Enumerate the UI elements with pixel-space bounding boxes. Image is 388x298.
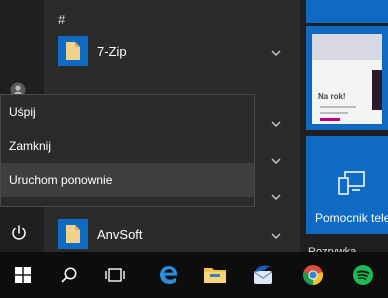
chevron-down-icon[interactable] bbox=[270, 118, 282, 130]
help-tile[interactable]: Pomocnik tele bbox=[306, 136, 388, 234]
app-label: AnvSoft bbox=[97, 226, 143, 242]
folder-icon bbox=[58, 36, 88, 66]
app-item-7zip[interactable]: 7-Zip bbox=[58, 36, 127, 66]
section-header-hash: # bbox=[58, 12, 66, 27]
chevron-down-icon[interactable] bbox=[270, 155, 282, 167]
start-tiles: Na rok! Pomocnik tele bbox=[300, 0, 388, 252]
app-label: 7-Zip bbox=[97, 43, 127, 59]
app-item-anvsoft[interactable]: AnvSoft bbox=[58, 219, 143, 249]
promo-text: Na rok! bbox=[318, 92, 346, 101]
power-menu: Uśpij Zamknij Uruchom ponownie bbox=[0, 94, 255, 207]
windows-start-icon[interactable] bbox=[0, 252, 46, 298]
device-icon bbox=[338, 171, 365, 195]
folder-icon bbox=[58, 219, 88, 249]
tile-label: Pomocnik tele bbox=[315, 211, 388, 225]
chevron-down-icon[interactable] bbox=[270, 47, 282, 59]
task-view-icon[interactable] bbox=[92, 252, 138, 298]
file-explorer-icon[interactable] bbox=[192, 252, 238, 298]
chevron-down-icon[interactable] bbox=[270, 191, 282, 203]
edge-icon[interactable] bbox=[146, 252, 192, 298]
thunderbird-icon[interactable] bbox=[240, 252, 286, 298]
power-icon[interactable] bbox=[9, 223, 29, 243]
menu-item-shutdown[interactable]: Zamknij bbox=[1, 129, 254, 163]
menu-item-sleep[interactable]: Uśpij bbox=[1, 95, 254, 129]
chrome-icon[interactable] bbox=[290, 252, 336, 298]
promo-image: Na rok! bbox=[312, 34, 382, 124]
menu-item-restart[interactable]: Uruchom ponownie bbox=[1, 163, 254, 197]
tile[interactable] bbox=[306, 0, 388, 23]
promo-tile[interactable]: Na rok! bbox=[306, 26, 388, 130]
spotify-icon[interactable] bbox=[340, 252, 386, 298]
chevron-down-icon[interactable] bbox=[270, 230, 282, 242]
taskbar bbox=[0, 252, 388, 298]
search-icon[interactable] bbox=[46, 252, 92, 298]
